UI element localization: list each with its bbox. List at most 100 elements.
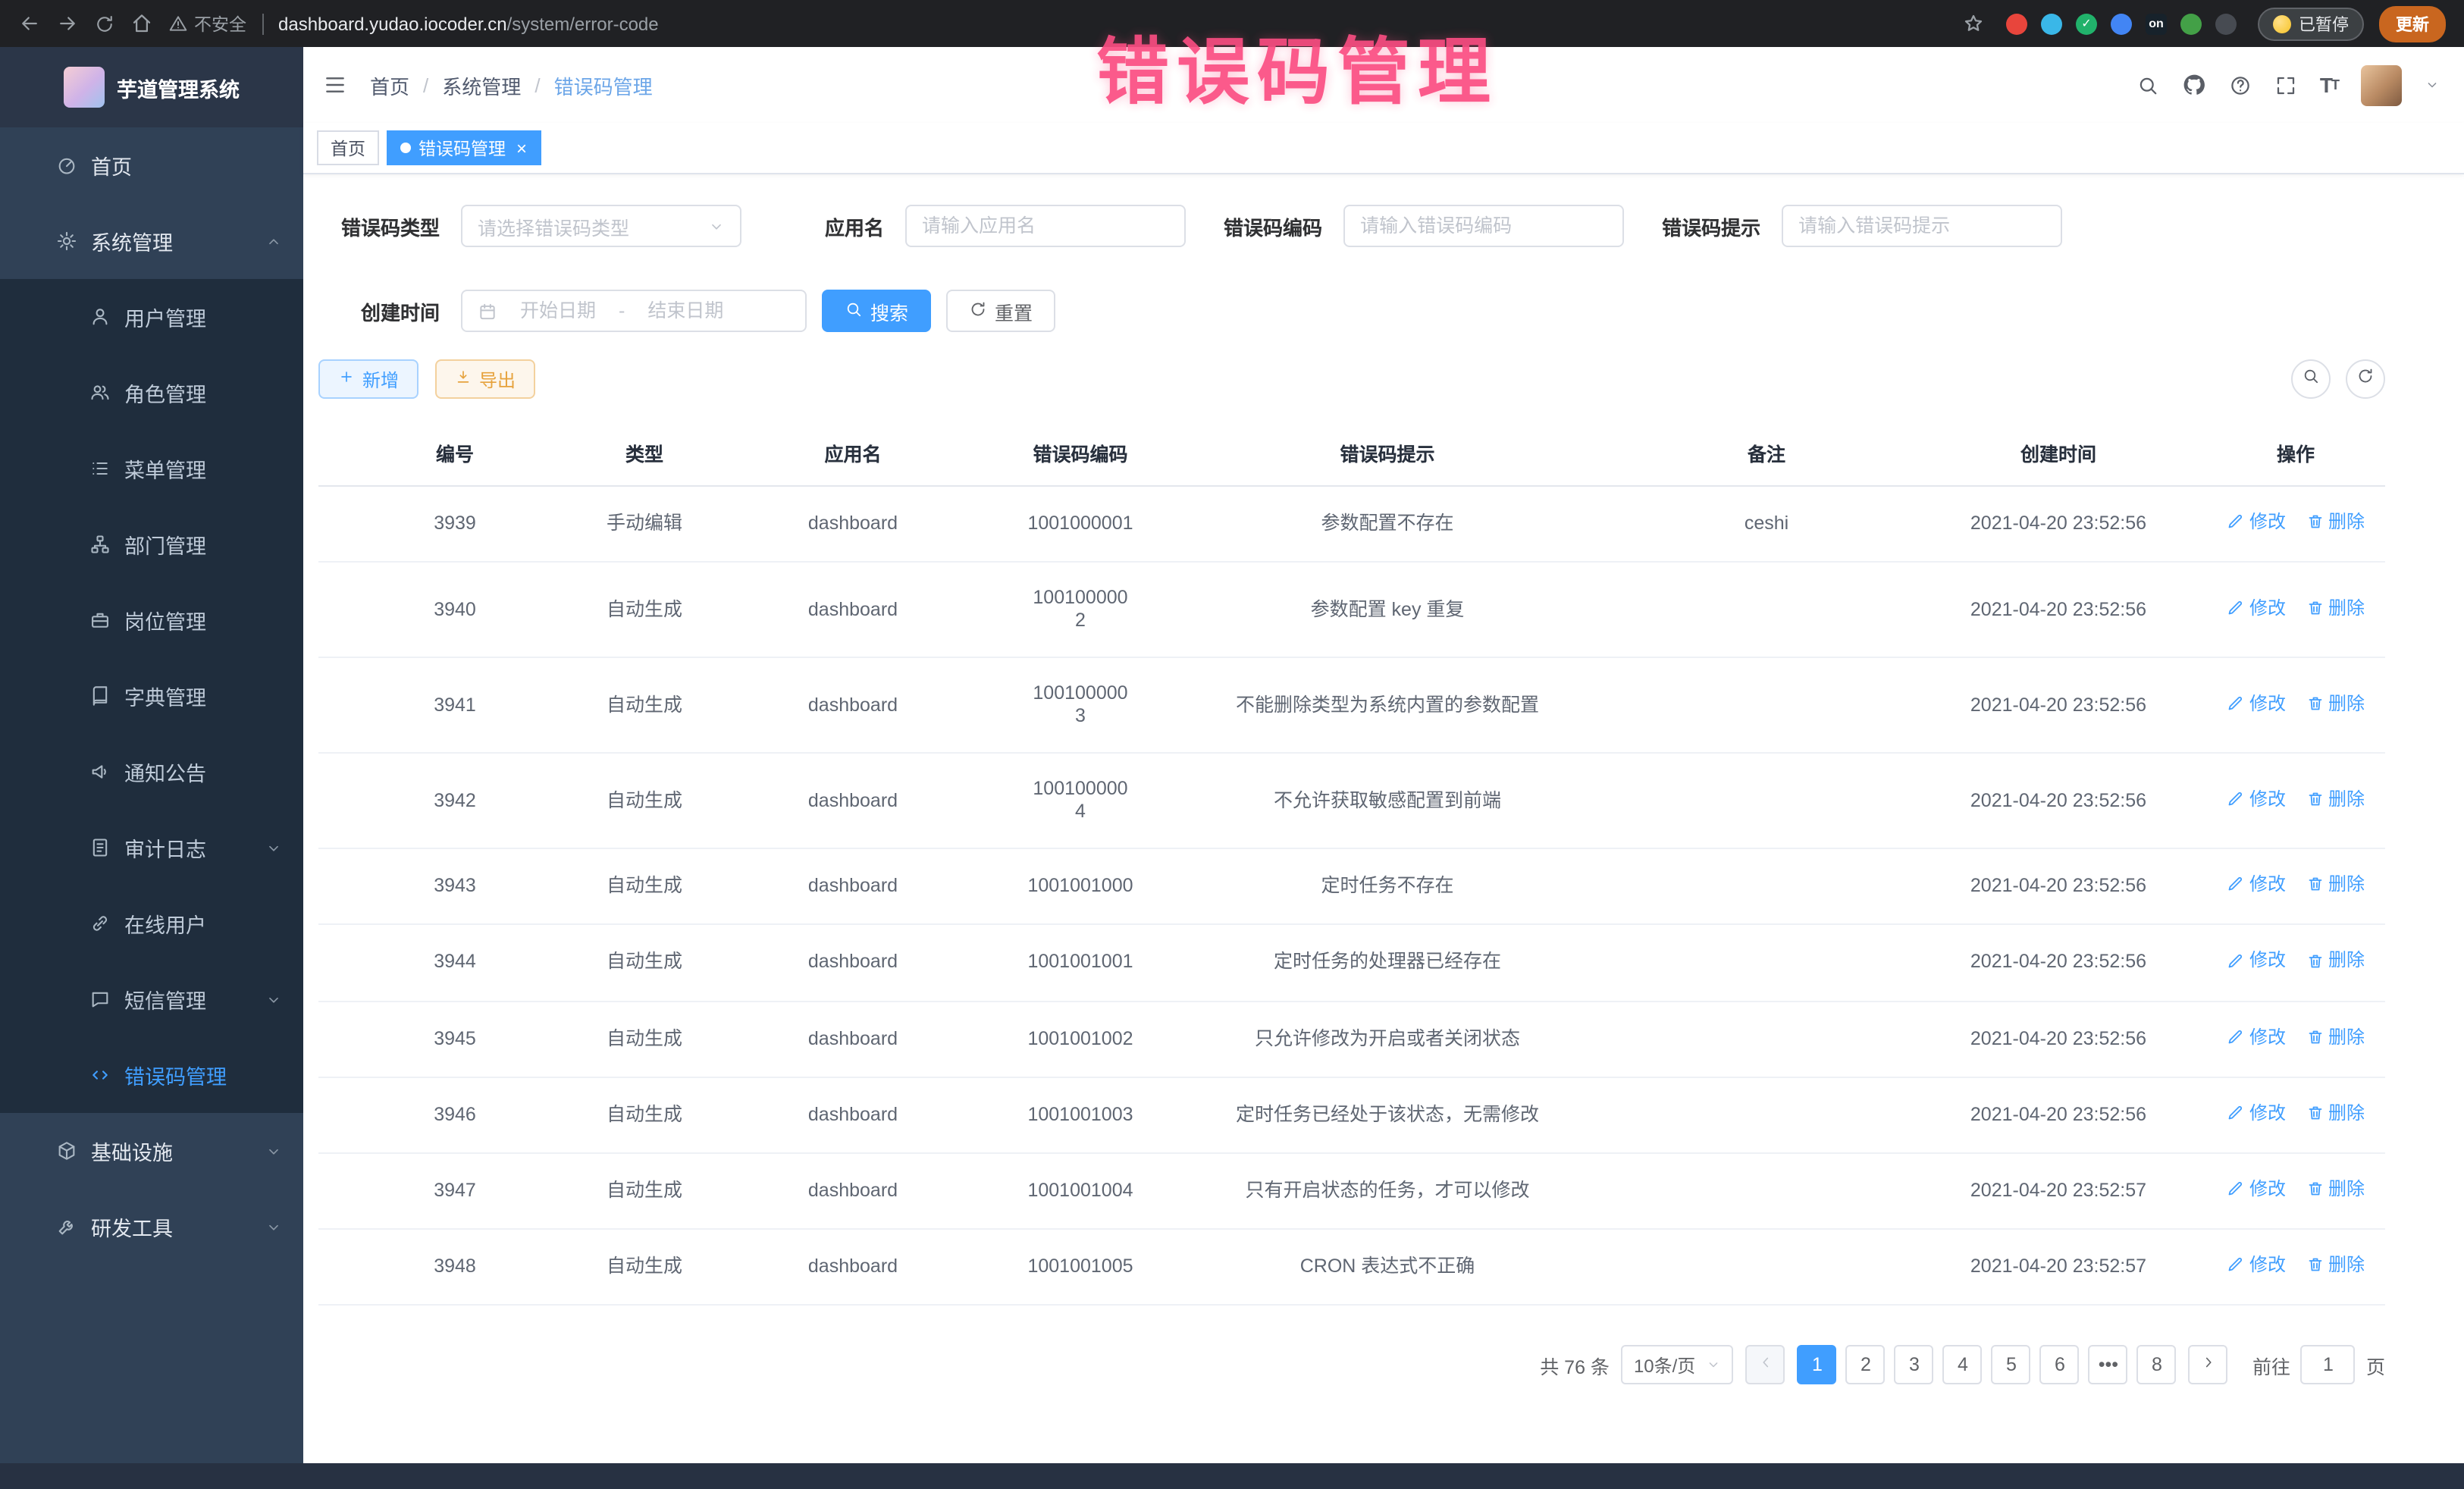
page-size-select[interactable]: 10条/页 <box>1622 1346 1734 1385</box>
close-icon[interactable]: × <box>516 139 527 157</box>
edit-link[interactable]: 修改 <box>2227 692 2286 714</box>
more-pages-button[interactable]: ••• <box>2089 1346 2128 1385</box>
search-button[interactable]: 搜索 <box>822 290 931 332</box>
page-button-2[interactable]: 2 <box>1846 1346 1886 1385</box>
edit-link[interactable]: 修改 <box>2227 788 2286 810</box>
sidebar: 芋道管理系统 首页系统管理用户管理角色管理菜单管理部门管理岗位管理字典管理通知公… <box>0 47 303 1463</box>
sidebar-item-role[interactable]: 角色管理 <box>0 355 303 431</box>
fullscreen-icon[interactable] <box>2274 74 2297 96</box>
export-button[interactable]: 导出 <box>435 359 535 399</box>
delete-link[interactable]: 删除 <box>2306 1026 2365 1048</box>
breadcrumb-item[interactable]: 首页 <box>370 71 409 99</box>
refresh-table-button[interactable] <box>2346 359 2385 399</box>
hamburger-icon[interactable] <box>323 73 347 97</box>
sidebar-item-error-code[interactable]: 错误码管理 <box>0 1037 303 1113</box>
extension-grid-icon[interactable] <box>2111 13 2132 34</box>
extension-on-badge-icon[interactable]: on <box>2146 13 2167 34</box>
audit-log-icon <box>88 837 112 858</box>
extension-red-icon[interactable] <box>2006 13 2027 34</box>
error-message-input[interactable] <box>1798 215 2045 237</box>
help-icon[interactable] <box>2229 74 2252 96</box>
error-type-select[interactable]: 请选择错误码类型 <box>461 205 741 247</box>
sidebar-item-system[interactable]: 系统管理 <box>0 203 303 279</box>
sidebar-item-home[interactable]: 首页 <box>0 127 303 203</box>
chevron-down-icon <box>265 1143 282 1159</box>
date-range-picker[interactable]: - <box>461 290 807 332</box>
sidebar-item-notice[interactable]: 通知公告 <box>0 734 303 810</box>
github-icon[interactable] <box>2182 73 2206 97</box>
announcement-icon <box>88 761 112 782</box>
bookmark-star-icon[interactable] <box>1962 12 1985 35</box>
sidebar-item-devtools[interactable]: 研发工具 <box>0 1189 303 1265</box>
sidebar-item-menu[interactable]: 菜单管理 <box>0 431 303 506</box>
sidebar-item-sms[interactable]: 短信管理 <box>0 961 303 1037</box>
home-icon[interactable] <box>130 12 153 35</box>
extension-leaf-icon[interactable] <box>2180 13 2202 34</box>
extension-teal-icon[interactable] <box>2041 13 2062 34</box>
delete-link[interactable]: 删除 <box>2306 1178 2365 1200</box>
forward-icon[interactable] <box>56 12 79 35</box>
cell-actions: 修改删除 <box>2206 753 2385 848</box>
column-header: 创建时间 <box>1911 420 2206 486</box>
user-avatar[interactable] <box>2361 64 2402 105</box>
edit-link[interactable]: 修改 <box>2227 1102 2286 1124</box>
delete-link[interactable]: 删除 <box>2306 788 2365 810</box>
page-button-3[interactable]: 3 <box>1895 1346 1934 1385</box>
delete-link[interactable]: 删除 <box>2306 1254 2365 1276</box>
address-bar[interactable]: dashboard.yudao.iocoder.cn/system/error-… <box>278 13 659 34</box>
edit-link[interactable]: 修改 <box>2227 1254 2286 1276</box>
delete-link[interactable]: 删除 <box>2306 511 2365 533</box>
security-indicator[interactable]: 不安全 <box>168 11 246 36</box>
sidebar-item-online-user[interactable]: 在线用户 <box>0 886 303 961</box>
extension-pin-icon[interactable] <box>2215 13 2237 34</box>
page-button-5[interactable]: 5 <box>1992 1346 2031 1385</box>
page-button-4[interactable]: 4 <box>1943 1346 1983 1385</box>
cell-message: 只有开启状态的任务，才可以修改 <box>1152 1153 1622 1229</box>
delete-icon <box>2306 876 2324 894</box>
cell-type: 自动生成 <box>591 848 698 924</box>
reload-icon[interactable] <box>94 13 115 34</box>
error-code-input[interactable] <box>1360 215 1607 237</box>
tab-error-code[interactable]: 错误码管理× <box>387 130 541 165</box>
app-name-input[interactable] <box>922 215 1169 237</box>
back-icon[interactable] <box>18 12 41 35</box>
edit-link[interactable]: 修改 <box>2227 597 2286 619</box>
toggle-search-button[interactable] <box>2291 359 2331 399</box>
sidebar-item-dict[interactable]: 字典管理 <box>0 658 303 734</box>
search-icon[interactable] <box>2136 74 2159 96</box>
sidebar-item-post[interactable]: 岗位管理 <box>0 582 303 658</box>
delete-link[interactable]: 删除 <box>2306 692 2365 714</box>
goto-page-input[interactable] <box>2301 1346 2356 1385</box>
profile-paused-badge[interactable]: 已暂停 <box>2258 7 2364 40</box>
page-button-1[interactable]: 1 <box>1798 1346 1837 1385</box>
edit-link[interactable]: 修改 <box>2227 950 2286 972</box>
delete-link[interactable]: 删除 <box>2306 1102 2365 1124</box>
edit-link[interactable]: 修改 <box>2227 511 2286 533</box>
chevron-down-icon <box>265 1218 282 1235</box>
prev-page-button[interactable] <box>1746 1346 1785 1385</box>
edit-link[interactable]: 修改 <box>2227 1178 2286 1200</box>
browser-update-button[interactable]: 更新 <box>2379 5 2446 42</box>
page-button-8[interactable]: 8 <box>2137 1346 2177 1385</box>
edit-link[interactable]: 修改 <box>2227 1026 2286 1048</box>
extension-green-check-icon[interactable]: ✓ <box>2076 13 2097 34</box>
reset-button[interactable]: 重置 <box>946 290 1055 332</box>
end-date-input[interactable] <box>634 300 737 321</box>
delete-link[interactable]: 删除 <box>2306 597 2365 619</box>
delete-link[interactable]: 删除 <box>2306 950 2365 972</box>
breadcrumb-item[interactable]: 系统管理 <box>442 71 521 99</box>
sidebar-item-label: 部门管理 <box>124 529 282 560</box>
sidebar-item-infra[interactable]: 基础设施 <box>0 1113 303 1189</box>
sidebar-item-dept[interactable]: 部门管理 <box>0 506 303 582</box>
next-page-button[interactable] <box>2189 1346 2228 1385</box>
caret-down-icon[interactable] <box>2425 77 2440 92</box>
page-button-6[interactable]: 6 <box>2040 1346 2080 1385</box>
sidebar-item-user[interactable]: 用户管理 <box>0 279 303 355</box>
delete-link[interactable]: 删除 <box>2306 873 2365 895</box>
add-button[interactable]: 新增 <box>318 359 419 399</box>
font-size-icon[interactable]: TT <box>2320 73 2338 97</box>
edit-link[interactable]: 修改 <box>2227 873 2286 895</box>
start-date-input[interactable] <box>506 300 610 321</box>
sidebar-item-audit-log[interactable]: 审计日志 <box>0 810 303 886</box>
tab-home[interactable]: 首页 <box>317 130 379 165</box>
